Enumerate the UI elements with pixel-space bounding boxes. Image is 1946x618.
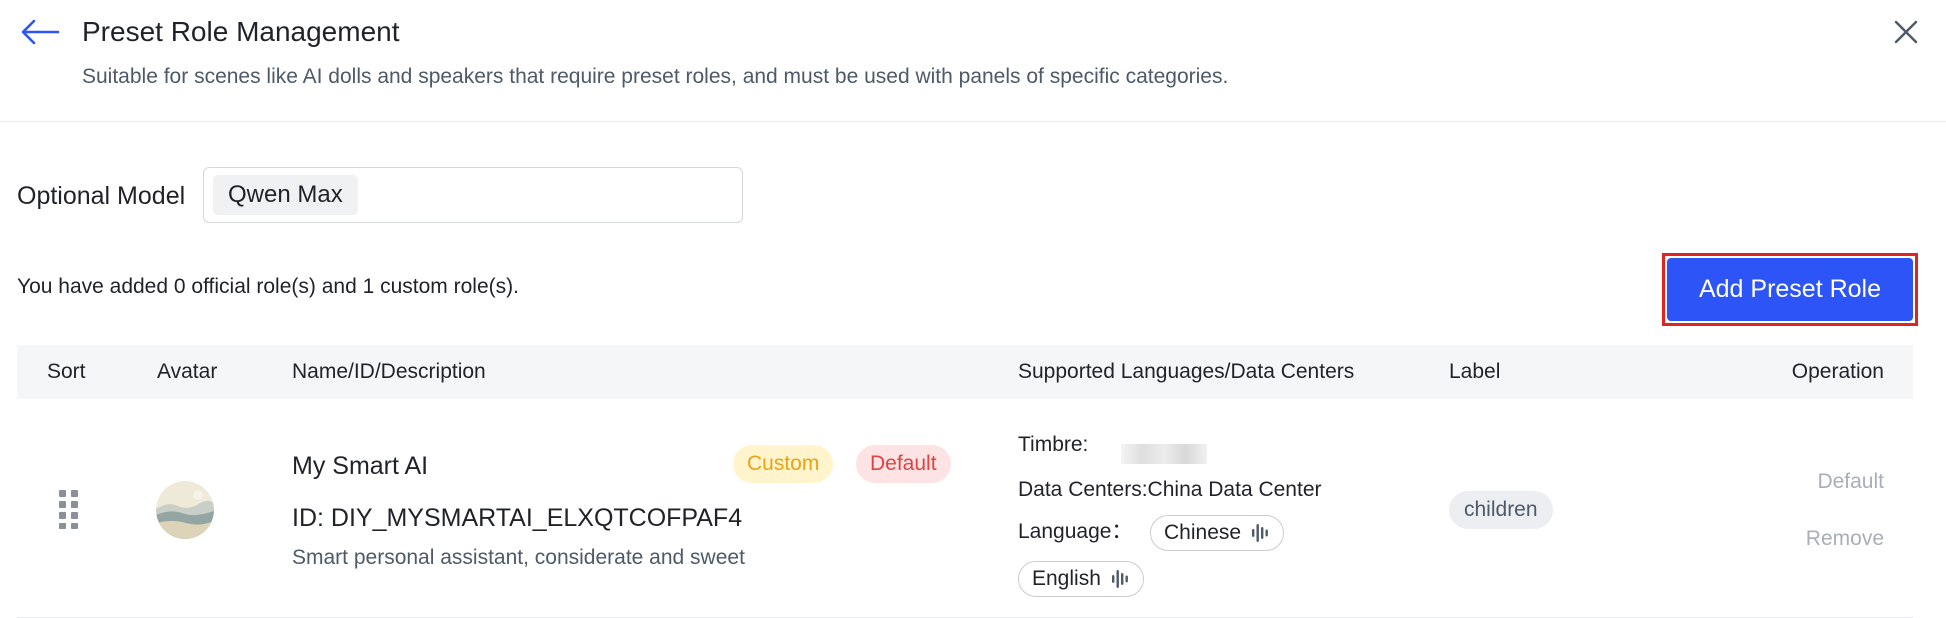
column-header-languages: Supported Languages/Data Centers <box>1018 360 1355 383</box>
drag-handle[interactable] <box>57 488 81 530</box>
avatar <box>156 481 214 539</box>
model-tag[interactable]: Qwen Max <box>213 175 358 215</box>
timbre-label: Timbre: <box>1018 433 1089 456</box>
table-row: My Smart AI Custom Default ID: DIY_MYSMA… <box>17 400 1913 618</box>
language-chip-english[interactable]: English <box>1018 561 1144 597</box>
custom-badge: Custom <box>733 445 834 483</box>
model-select[interactable]: Qwen Max <box>203 167 743 223</box>
role-id: ID: DIY_MYSMARTAI_ELXQTCOFPAF4 <box>292 504 743 532</box>
role-label-tag: children <box>1449 491 1553 529</box>
language-chip-chinese[interactable]: Chinese <box>1150 515 1285 551</box>
default-badge: Default <box>856 445 951 483</box>
data-centers: Data Centers:China Data Center <box>1018 478 1322 501</box>
drag-handle-icon <box>59 490 78 529</box>
role-description: Smart personal assistant, considerate an… <box>292 546 745 569</box>
remove-link[interactable]: Remove <box>1806 524 1884 554</box>
add-preset-role-button[interactable]: Add Preset Role <box>1667 258 1913 321</box>
timbre-value-redacted <box>1121 444 1207 464</box>
voice-wave-icon[interactable] <box>1251 523 1271 543</box>
close-icon <box>1894 20 1918 44</box>
page-subtitle: Suitable for scenes like AI dolls and sp… <box>82 65 1229 88</box>
role-avatar-image <box>156 481 214 539</box>
back-button[interactable] <box>18 14 62 50</box>
page-header: Preset Role Management Suitable for scen… <box>0 0 1946 122</box>
column-header-name: Name/ID/Description <box>292 360 486 383</box>
close-button[interactable] <box>1886 12 1926 52</box>
column-header-operation: Operation <box>1791 360 1884 383</box>
language-name: Chinese <box>1164 521 1242 544</box>
voice-wave-icon[interactable] <box>1111 569 1131 589</box>
arrow-left-icon <box>21 19 60 45</box>
table-header: Sort Avatar Name/ID/Description Supporte… <box>17 345 1913 399</box>
language-label: Language： <box>1018 520 1133 543</box>
model-label: Optional Model <box>17 182 186 210</box>
set-default-link[interactable]: Default <box>1817 467 1884 497</box>
language-name: English <box>1032 567 1101 590</box>
role-name: My Smart AI <box>292 452 429 480</box>
column-header-avatar: Avatar <box>157 360 218 383</box>
page-title: Preset Role Management <box>82 16 400 47</box>
role-count-summary: You have added 0 official role(s) and 1 … <box>17 275 519 298</box>
column-header-sort: Sort <box>47 360 86 383</box>
column-header-label: Label <box>1449 360 1501 383</box>
